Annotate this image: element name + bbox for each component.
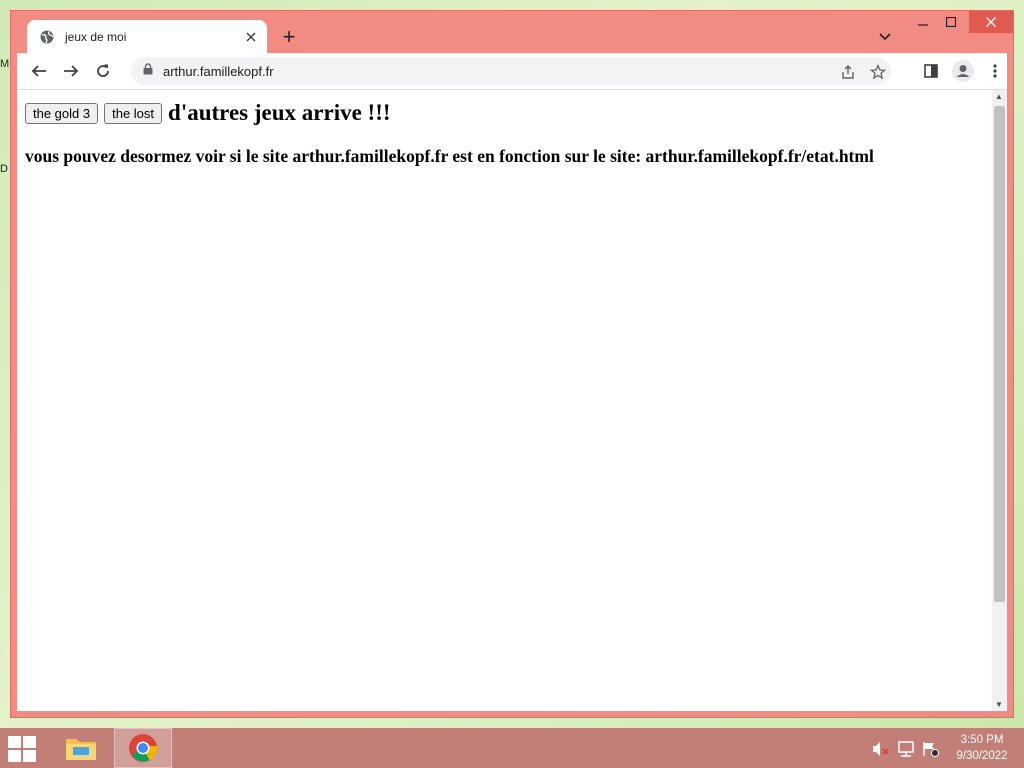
close-window-button[interactable] bbox=[969, 11, 1013, 33]
clock-time: 3:50 PM bbox=[960, 734, 1004, 746]
close-icon[interactable] bbox=[241, 27, 261, 47]
desktop-icon-label: D bbox=[0, 163, 8, 175]
network-icon[interactable] bbox=[897, 740, 915, 758]
scroll-down-icon[interactable]: ▼ bbox=[995, 700, 1003, 709]
tab-active[interactable]: jeux de moi bbox=[27, 20, 267, 54]
start-icon[interactable] bbox=[8, 736, 38, 762]
chrome-icon[interactable] bbox=[114, 728, 172, 768]
close-icon bbox=[986, 17, 996, 27]
tab-title: jeux de moi bbox=[65, 30, 127, 44]
minimize-icon[interactable] bbox=[911, 11, 935, 33]
address-bar[interactable]: arthur.famillekopf.fr bbox=[131, 57, 891, 85]
browser-toolbar: arthur.famillekopf.fr bbox=[17, 53, 1007, 89]
action-center-icon[interactable] bbox=[922, 740, 940, 758]
back-icon[interactable] bbox=[27, 59, 51, 83]
scroll-up-icon[interactable]: ▲ bbox=[995, 92, 1003, 101]
desktop-icon-label: M bbox=[0, 58, 10, 70]
star-icon[interactable] bbox=[867, 61, 889, 83]
browser-window: jeux de moi + arthur.famillekopf.fr the … bbox=[10, 10, 1014, 718]
the-lost-button[interactable]: the lost bbox=[104, 102, 163, 124]
page-heading: d'autres jeux arrive !!! bbox=[168, 100, 391, 125]
share-icon[interactable] bbox=[837, 61, 859, 83]
reload-icon[interactable] bbox=[91, 59, 115, 83]
taskbar: 3:50 PM 9/30/2022 bbox=[0, 728, 1024, 768]
system-clock[interactable]: 3:50 PM 9/30/2022 bbox=[950, 732, 1014, 764]
status-message: vous pouvez desormez voir si le site art… bbox=[25, 146, 874, 166]
side-panel-icon[interactable] bbox=[919, 59, 943, 83]
menu-icon[interactable] bbox=[983, 59, 1007, 83]
the-gold-3-button[interactable]: the gold 3 bbox=[25, 102, 99, 124]
volume-muted-icon[interactable] bbox=[872, 740, 890, 758]
page-viewport: the gold 3 the lost d'autres jeux arrive… bbox=[17, 90, 1007, 711]
clock-date: 9/30/2022 bbox=[956, 750, 1008, 762]
vertical-scrollbar[interactable]: ▲ ▼ bbox=[992, 90, 1007, 711]
games-row: the gold 3 the lost d'autres jeux arrive… bbox=[25, 100, 983, 126]
page-content: the gold 3 the lost d'autres jeux arrive… bbox=[25, 100, 983, 167]
scrollbar-thumb[interactable] bbox=[994, 106, 1005, 602]
url-text: arthur.famillekopf.fr bbox=[163, 63, 274, 79]
tab-strip: jeux de moi + bbox=[11, 11, 1013, 54]
profile-icon[interactable] bbox=[951, 59, 975, 83]
chevron-down-icon[interactable] bbox=[875, 27, 895, 47]
new-tab-button[interactable]: + bbox=[277, 24, 301, 49]
forward-icon[interactable] bbox=[59, 59, 83, 83]
globe-icon bbox=[39, 29, 55, 45]
maximize-icon[interactable] bbox=[939, 11, 963, 33]
lock-icon[interactable] bbox=[143, 62, 153, 80]
file-explorer-icon[interactable] bbox=[52, 728, 110, 768]
